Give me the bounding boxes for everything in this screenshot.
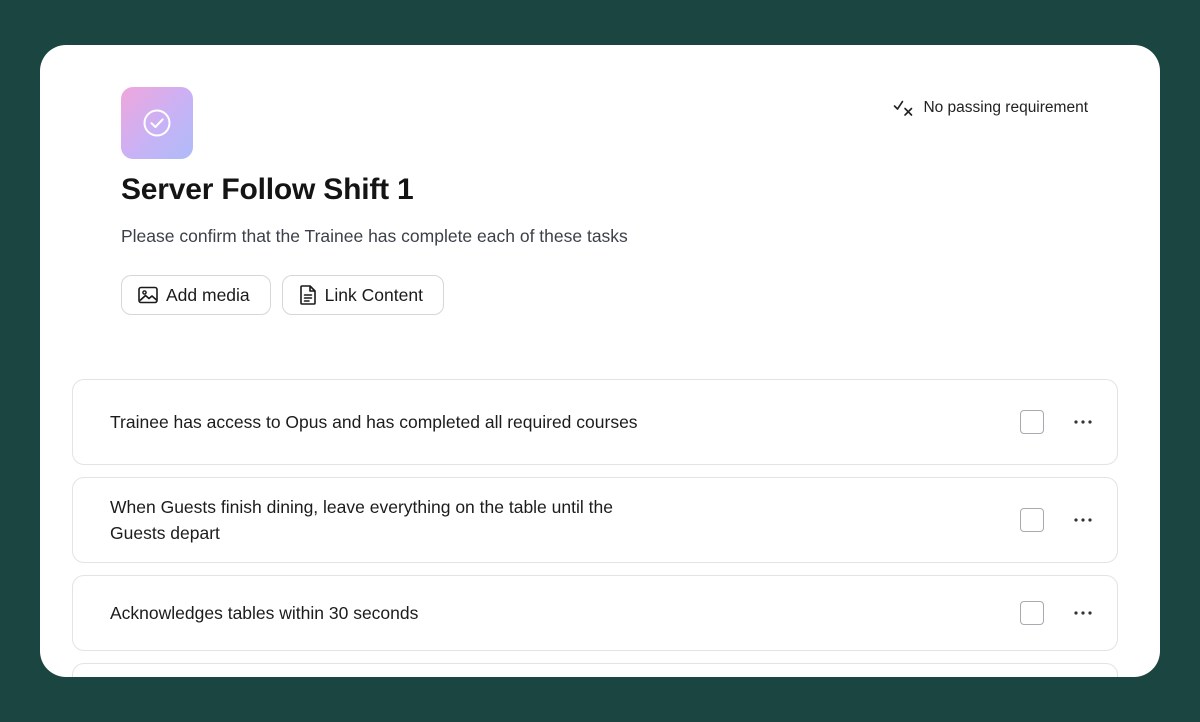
media-actions: Add media Link Content — [121, 275, 444, 315]
add-media-button[interactable]: Add media — [121, 275, 271, 315]
more-horizontal-icon — [1074, 611, 1092, 615]
more-horizontal-icon — [1074, 420, 1092, 424]
task-checkbox[interactable] — [1020, 601, 1044, 625]
task-more-button[interactable] — [1071, 603, 1095, 623]
check-circle-icon — [143, 109, 171, 137]
passing-requirement-label: No passing requirement — [923, 99, 1088, 116]
more-horizontal-icon — [1074, 518, 1092, 522]
task-text: Acknowledges tables within 30 seconds — [110, 603, 419, 623]
task-list: Trainee has access to Opus and has compl… — [72, 379, 1118, 677]
task-checkbox[interactable] — [1020, 508, 1044, 532]
task-item-partial — [72, 663, 1118, 677]
passing-requirement[interactable]: No passing requirement — [893, 98, 1088, 118]
link-content-label: Link Content — [324, 284, 423, 305]
task-more-button[interactable] — [1071, 510, 1095, 530]
check-x-icon — [894, 100, 913, 116]
task-text: When Guests finish dining, leave everyth… — [110, 497, 613, 543]
task-text: Trainee has access to Opus and has compl… — [110, 412, 638, 432]
page-description: Please confirm that the Trainee has comp… — [121, 226, 628, 246]
task-checkbox[interactable] — [1020, 410, 1044, 434]
task-more-button[interactable] — [1071, 412, 1095, 432]
checklist-badge — [121, 87, 193, 159]
checklist-card: No passing requirement Server Follow Shi… — [40, 45, 1160, 677]
document-icon — [299, 285, 316, 305]
add-media-label: Add media — [166, 284, 250, 305]
image-icon — [138, 286, 158, 304]
task-item: Trainee has access to Opus and has compl… — [72, 379, 1118, 465]
task-item: Acknowledges tables within 30 seconds — [72, 575, 1118, 651]
task-item: When Guests finish dining, leave everyth… — [72, 477, 1118, 563]
link-content-button[interactable]: Link Content — [281, 275, 444, 315]
page-title: Server Follow Shift 1 — [121, 173, 414, 206]
